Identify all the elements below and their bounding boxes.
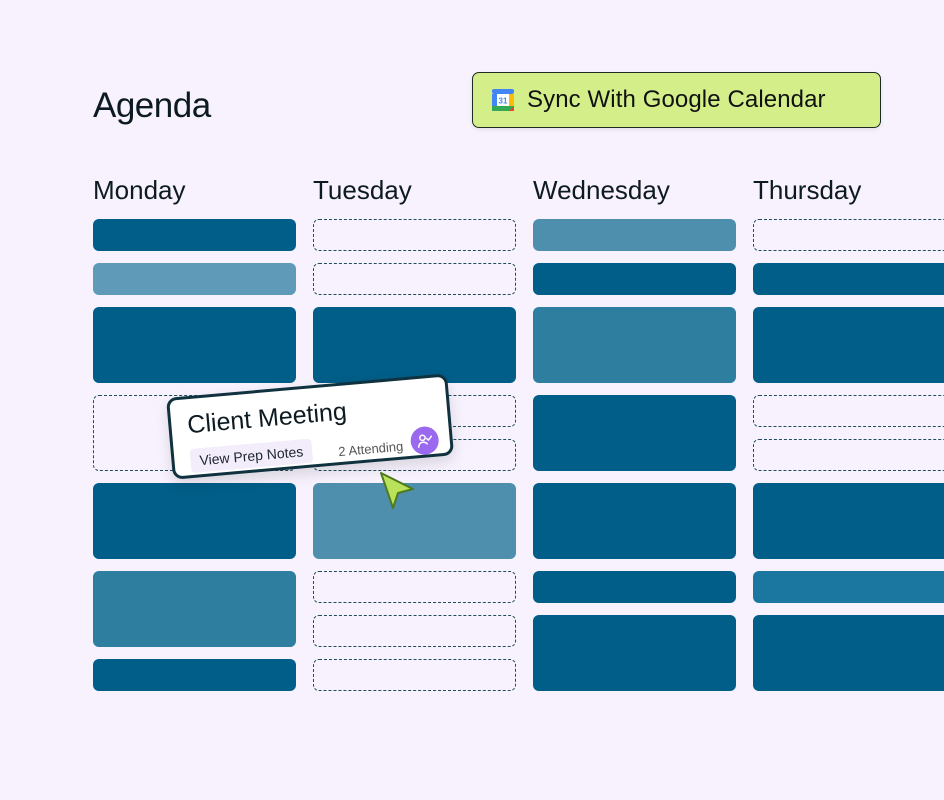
page-title: Agenda (93, 86, 211, 125)
empty-slot[interactable] (313, 659, 516, 691)
user-check-icon[interactable] (409, 425, 440, 456)
event-block[interactable] (533, 615, 736, 691)
event-block[interactable] (533, 307, 736, 383)
event-block[interactable] (93, 483, 296, 559)
event-block[interactable] (93, 307, 296, 383)
thursday-column (753, 219, 944, 699)
sync-google-calendar-button[interactable]: 31 Sync With Google Calendar (472, 72, 881, 128)
empty-slot[interactable] (313, 615, 516, 647)
empty-slot[interactable] (313, 219, 516, 251)
empty-slot[interactable] (753, 219, 944, 251)
event-block[interactable] (93, 219, 296, 251)
event-card-title: Client Meeting (186, 397, 348, 440)
empty-slot[interactable] (753, 439, 944, 471)
attending-count: 2 Attending (337, 438, 404, 460)
day-label-tuesday: Tuesday (313, 175, 412, 205)
empty-slot[interactable] (313, 263, 516, 295)
event-block[interactable] (93, 571, 296, 647)
event-block[interactable] (533, 395, 736, 471)
google-calendar-icon: 31 (492, 89, 514, 111)
event-block[interactable] (533, 263, 736, 295)
empty-slot[interactable] (753, 395, 944, 427)
event-block[interactable] (313, 307, 516, 383)
sync-button-label: Sync With Google Calendar (527, 86, 826, 113)
event-block[interactable] (753, 483, 944, 559)
event-block[interactable] (753, 263, 944, 295)
event-block[interactable] (533, 219, 736, 251)
wednesday-column (533, 219, 736, 699)
view-prep-notes-button[interactable]: View Prep Notes (189, 438, 314, 474)
mouse-cursor-icon (380, 472, 414, 509)
day-label-monday: Monday (93, 175, 186, 205)
event-block[interactable] (753, 571, 944, 603)
event-block[interactable] (753, 615, 944, 691)
empty-slot[interactable] (313, 571, 516, 603)
day-label-thursday: Thursday (753, 175, 862, 205)
event-block[interactable] (93, 659, 296, 691)
day-label-wednesday: Wednesday (533, 175, 670, 205)
event-block[interactable] (753, 307, 944, 383)
event-block[interactable] (533, 483, 736, 559)
event-block[interactable] (533, 571, 736, 603)
event-block[interactable] (93, 263, 296, 295)
svg-text:31: 31 (499, 97, 508, 106)
